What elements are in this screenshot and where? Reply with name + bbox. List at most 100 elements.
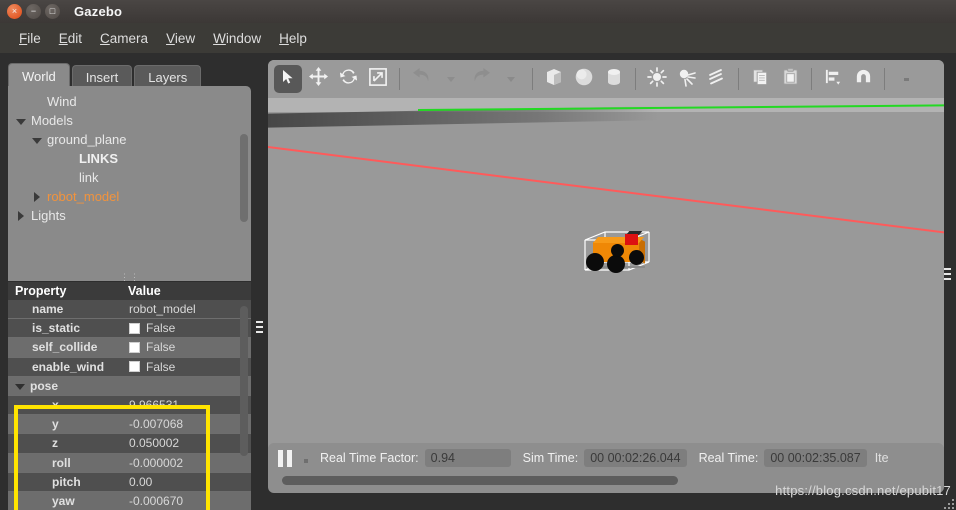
insert-cylinder[interactable] — [600, 65, 628, 93]
left-splitter-grip[interactable] — [256, 319, 263, 335]
insert-box[interactable] — [540, 65, 568, 93]
property-scrollbar-thumb[interactable] — [240, 306, 248, 456]
property-value: -0.000002 — [124, 456, 251, 470]
insert-sphere[interactable] — [570, 65, 598, 93]
tree-spacer-icon — [32, 97, 42, 107]
status-bar: Real Time Factor: 0.94 Sim Time: 00 00:0… — [268, 443, 944, 473]
property-row-roll[interactable]: roll -0.000002 — [8, 453, 251, 473]
copy-button[interactable] — [746, 65, 774, 93]
redo-arrow-icon — [472, 68, 491, 90]
checkbox-unchecked-icon[interactable] — [129, 322, 140, 334]
tree-item-link[interactable]: link — [8, 168, 251, 187]
title-bar: × − □ Gazebo — [0, 0, 956, 23]
close-icon[interactable]: × — [7, 4, 22, 19]
scale-tool[interactable] — [364, 65, 392, 93]
redo-button[interactable] — [467, 65, 495, 93]
rtf-value: 0.94 — [424, 449, 511, 467]
iterations-label: Ite — [874, 451, 889, 465]
property-row-self_collide[interactable]: self_collide False — [8, 338, 251, 358]
tree-item-robot_model[interactable]: robot_model — [8, 187, 251, 206]
render-area — [268, 60, 944, 485]
property-row-y[interactable]: y -0.007068 — [8, 415, 251, 435]
tree-resize-grip[interactable]: ⋮⋮ — [120, 272, 140, 282]
checkbox-unchecked-icon[interactable] — [129, 361, 140, 373]
scale-icon — [369, 67, 387, 91]
property-row-z[interactable]: z 0.050002 — [8, 434, 251, 454]
grip-dots-icon: ⋮⋮ — [120, 272, 140, 282]
property-key: yaw — [8, 494, 124, 508]
insert-spot-light[interactable] — [673, 65, 701, 93]
pause-icon[interactable] — [278, 449, 296, 467]
property-value-label: 0.00 — [129, 474, 153, 489]
property-row-x[interactable]: x 9.966531 — [8, 395, 251, 416]
align-button[interactable] — [819, 65, 847, 93]
tree-item-label: Wind — [47, 94, 77, 109]
property-row-pitch[interactable]: pitch 0.00 — [8, 472, 251, 492]
minimize-icon[interactable]: − — [26, 4, 41, 19]
chevron-down-icon[interactable] — [16, 116, 26, 126]
property-row-enable_wind[interactable]: enable_wind False — [8, 357, 251, 377]
translate-tool[interactable] — [304, 65, 332, 93]
tree-item-models[interactable]: Models — [8, 111, 251, 130]
property-row-yaw[interactable]: yaw -0.000670 — [8, 491, 251, 510]
menu-file[interactable]: File — [10, 28, 50, 49]
copy-icon — [751, 67, 770, 91]
snap-button[interactable] — [849, 65, 877, 93]
checkbox-unchecked-icon[interactable] — [129, 341, 140, 353]
more-dots-icon — [903, 77, 909, 81]
3d-viewport[interactable] — [268, 98, 944, 447]
sphere-icon — [574, 67, 594, 92]
maximize-icon[interactable]: □ — [45, 4, 60, 19]
right-splitter-grip[interactable] — [944, 266, 951, 282]
property-value: robot_model — [124, 302, 251, 316]
property-value: False — [124, 321, 251, 335]
insert-point-light[interactable] — [643, 65, 671, 93]
chevron-down-icon[interactable] — [15, 383, 25, 390]
insert-directional-light[interactable] — [703, 65, 731, 93]
tab-insert[interactable]: Insert — [71, 65, 133, 88]
tree-scrollbar-thumb[interactable] — [240, 134, 248, 222]
robot-sensor — [625, 234, 638, 245]
property-row-is_static[interactable]: is_static False — [8, 319, 251, 339]
menu-window[interactable]: Window — [204, 28, 270, 49]
tree-spacer-icon — [64, 154, 74, 164]
property-value-label: False — [146, 340, 176, 355]
redo-dropdown[interactable] — [497, 65, 525, 93]
property-value: 0.00 — [124, 475, 251, 489]
paste-button[interactable] — [776, 65, 804, 93]
tree-item-links[interactable]: LINKS — [8, 149, 251, 168]
menu-camera[interactable]: Camera — [91, 28, 157, 49]
menu-edit[interactable]: Edit — [50, 28, 91, 49]
property-key: pose — [8, 379, 124, 393]
tab-layers[interactable]: Layers — [134, 65, 202, 88]
property-table-header: Property Value — [8, 282, 251, 300]
robot-model[interactable] — [579, 226, 659, 281]
undo-button[interactable] — [407, 65, 435, 93]
tree-item-wind[interactable]: Wind — [8, 92, 251, 111]
menu-help[interactable]: Help — [270, 28, 316, 49]
tree-item-lights[interactable]: Lights — [8, 206, 251, 225]
menu-view[interactable]: View — [157, 28, 204, 49]
property-value: -0.000670 — [124, 494, 251, 508]
chevron-right-icon[interactable] — [16, 210, 26, 221]
resize-grip-icon[interactable] — [942, 497, 954, 509]
property-value: False — [124, 360, 251, 374]
tab-world[interactable]: World — [8, 63, 70, 88]
property-key-label: pose — [30, 378, 59, 393]
undo-dropdown[interactable] — [437, 65, 465, 93]
property-key: y — [8, 417, 124, 431]
property-key: name — [8, 302, 124, 316]
align-icon — [824, 67, 843, 91]
rotate-tool[interactable] — [334, 65, 362, 93]
world-tree[interactable]: Wind Models ground_plane LINKS link robot_mod… — [8, 86, 251, 281]
chevron-down-icon[interactable] — [32, 135, 42, 145]
select-tool[interactable] — [274, 65, 302, 93]
chevron-right-icon[interactable] — [32, 191, 42, 202]
property-row-pose[interactable]: pose — [8, 376, 251, 396]
toolbar-separator-6 — [884, 68, 885, 90]
property-value: 9.966531 — [124, 398, 251, 412]
toolbar-overflow[interactable] — [892, 65, 920, 93]
status-hscrollbar-thumb[interactable] — [282, 476, 678, 485]
tree-item-ground_plane[interactable]: ground_plane — [8, 130, 251, 149]
property-row-name[interactable]: name robot_model — [8, 300, 251, 320]
